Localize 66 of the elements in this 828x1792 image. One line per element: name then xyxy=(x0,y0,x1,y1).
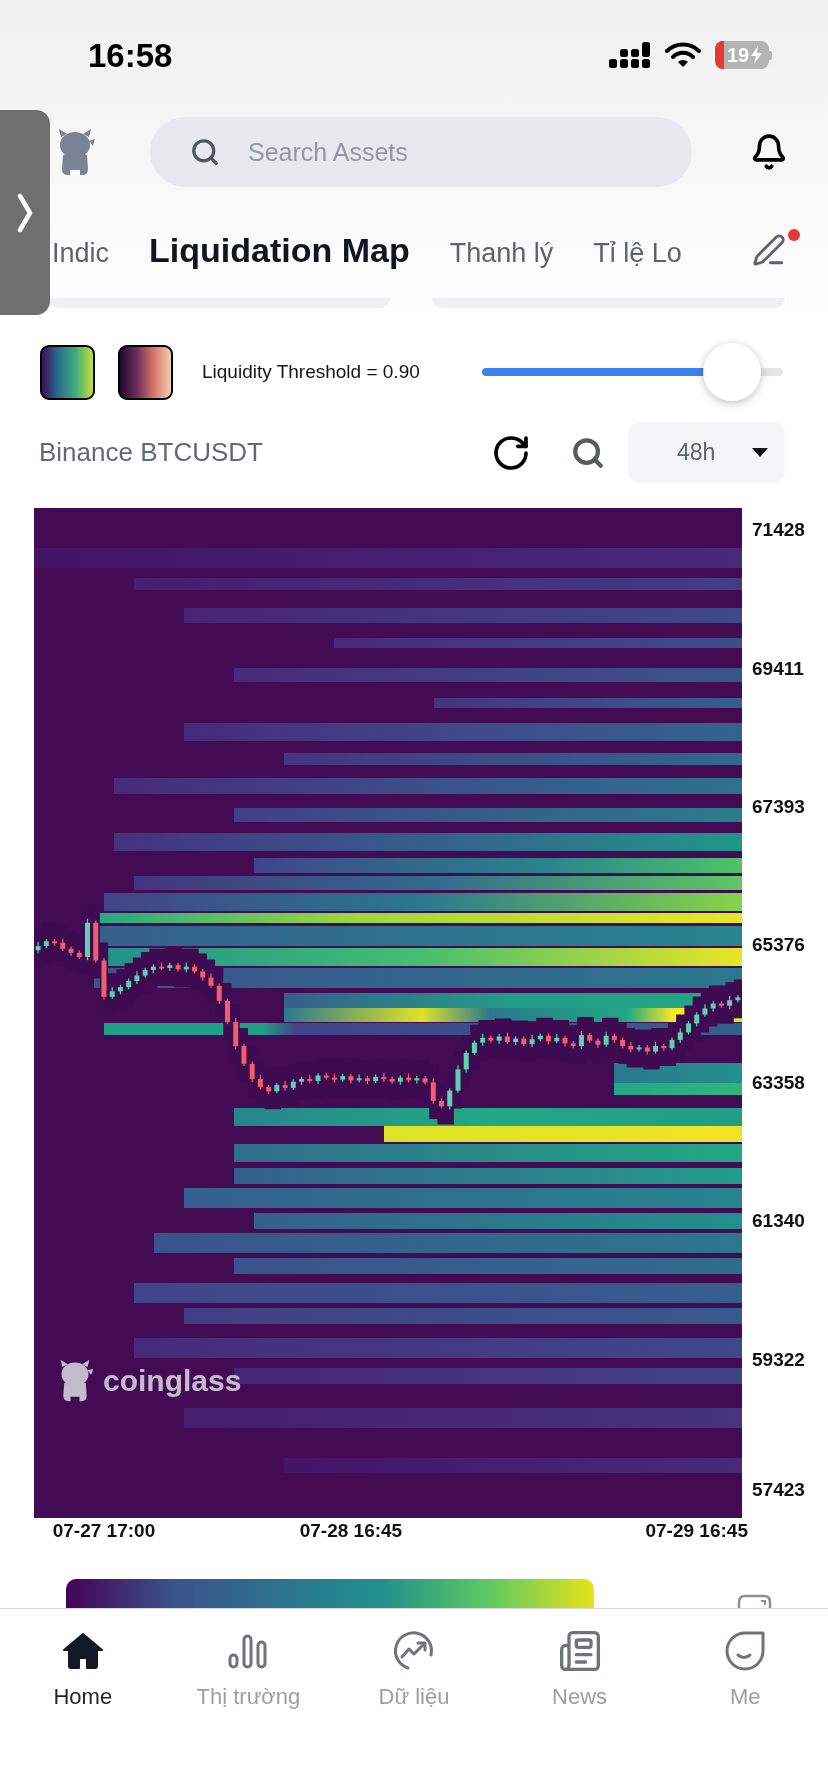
candlestick xyxy=(430,1077,436,1105)
newspaper-icon xyxy=(557,1629,602,1673)
tab[interactable]: Thanh lý xyxy=(449,240,554,267)
market-title: Binance BTCUSDT xyxy=(39,436,263,469)
candlestick xyxy=(233,1017,239,1050)
color-scheme-swatch[interactable] xyxy=(118,344,173,400)
candlestick xyxy=(35,941,41,954)
chevron-right-icon xyxy=(17,192,33,233)
candlestick xyxy=(381,1072,387,1083)
tab[interactable]: Tỉ lệ Lo xyxy=(593,240,682,267)
candlestick xyxy=(562,1034,568,1048)
search-icon xyxy=(190,137,220,167)
price-axis-label: 69411 xyxy=(752,657,804,680)
candlestick xyxy=(578,1030,584,1050)
candlestick xyxy=(488,1034,494,1044)
candlestick xyxy=(68,945,74,957)
frame-corner-icon xyxy=(737,1594,772,1608)
price-axis-label: 71428 xyxy=(752,519,805,542)
price-axis-label: 57423 xyxy=(752,1478,805,1501)
signal-icon xyxy=(609,42,651,68)
candlestick xyxy=(455,1064,461,1094)
threshold-label: Liquidity Threshold = 0.90 xyxy=(202,359,420,384)
tab[interactable]: Liquidation Map xyxy=(149,233,410,267)
candlestick xyxy=(529,1034,535,1048)
time-axis-label: 07-28 16:45 xyxy=(299,1519,403,1543)
time-axis-label: 07-27 17:00 xyxy=(52,1519,156,1543)
candlestick xyxy=(216,982,222,1005)
side-panel-handle[interactable] xyxy=(0,110,50,315)
nav-tab[interactable]: Home xyxy=(0,1629,166,1708)
battery-level-text: 19 xyxy=(727,45,750,65)
threshold-slider[interactable] xyxy=(482,343,783,401)
candlestick xyxy=(628,1041,634,1054)
candlestick xyxy=(134,970,140,985)
chart-watermark: coinglass xyxy=(103,1365,242,1396)
price-axis-label: 63358 xyxy=(752,1072,805,1095)
candlestick xyxy=(595,1037,601,1049)
price-axis-label: 59322 xyxy=(752,1348,805,1371)
price-axis-label: 61340 xyxy=(752,1210,805,1233)
charging-bolt-icon xyxy=(751,46,763,64)
price-axis-label: 67393 xyxy=(752,795,805,818)
candlestick xyxy=(282,1080,288,1092)
candlestick xyxy=(447,1087,453,1111)
color-scheme-swatch[interactable] xyxy=(40,344,95,400)
slider-track xyxy=(760,368,783,376)
search-field[interactable]: Search Assets xyxy=(150,117,692,187)
wifi-icon xyxy=(665,42,701,68)
search-button[interactable] xyxy=(571,435,605,470)
notification-bell-button[interactable] xyxy=(750,133,788,171)
bell-icon xyxy=(750,133,788,171)
range-dropdown[interactable]: 48h xyxy=(628,422,785,483)
slider-thumb[interactable] xyxy=(702,343,761,401)
smile-face-icon xyxy=(723,1629,768,1673)
candlestick xyxy=(463,1049,469,1074)
candlestick xyxy=(241,1043,247,1067)
tab[interactable]: Indic xyxy=(52,240,110,267)
search-icon xyxy=(571,435,605,470)
time-axis-label: 07-29 16:45 xyxy=(645,1519,748,1543)
candlestick xyxy=(315,1072,321,1085)
status-time: 16:58 xyxy=(88,38,173,72)
candlestick xyxy=(249,1060,255,1083)
caret-down-icon xyxy=(752,448,768,457)
pencil-icon xyxy=(752,233,786,267)
candlestick xyxy=(636,1044,642,1053)
candlestick xyxy=(224,997,230,1025)
price-axis-label: 65376 xyxy=(752,934,805,956)
battery-fill xyxy=(715,41,724,69)
